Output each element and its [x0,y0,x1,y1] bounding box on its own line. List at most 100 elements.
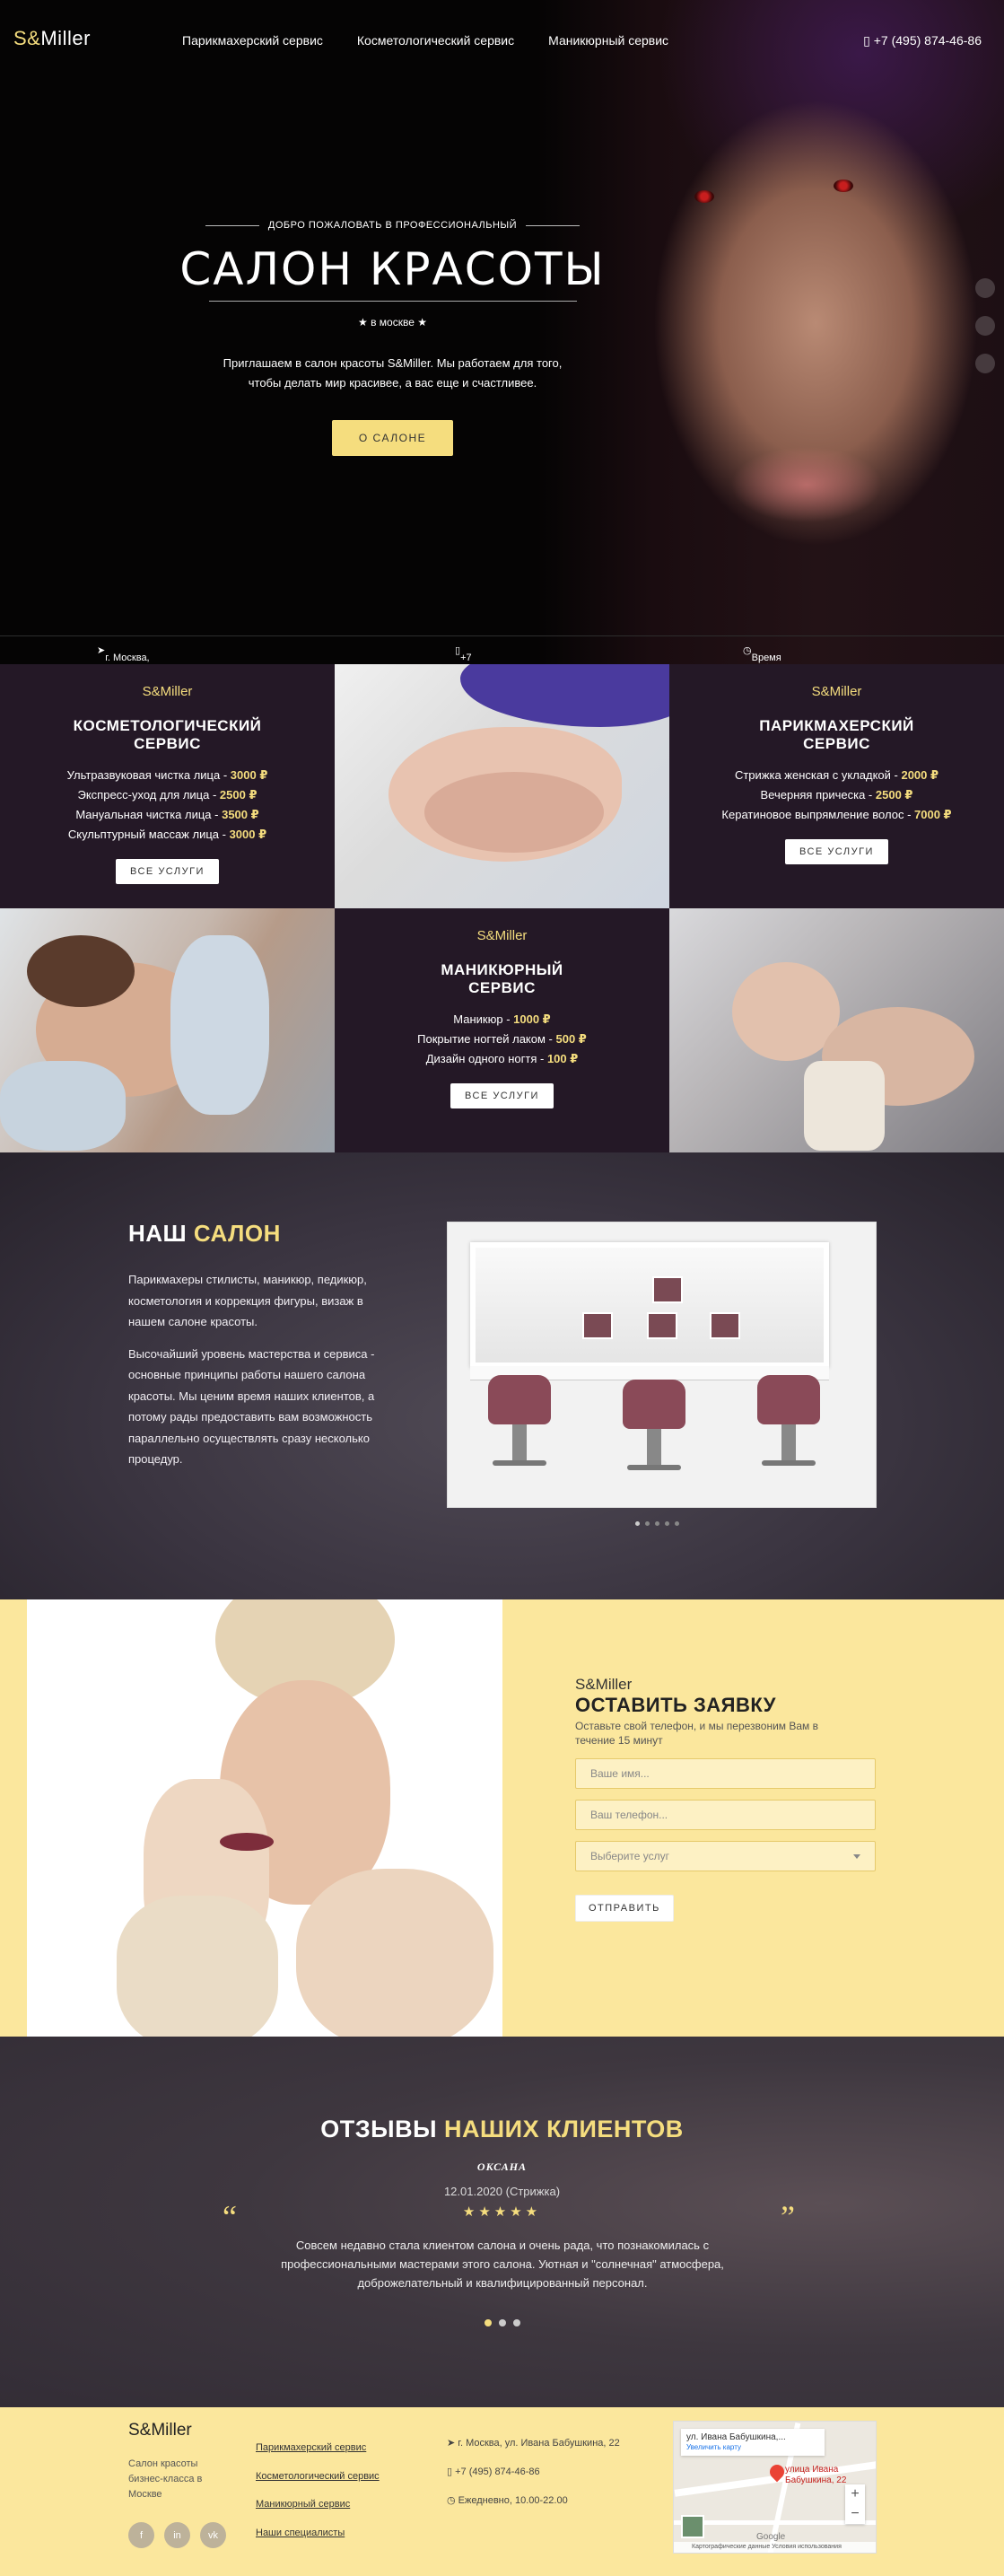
enlarge-map-link[interactable]: Увеличить карту [686,2443,819,2451]
price-item: Маникюр - 1000 ₽ [453,1012,551,1026]
chevron-down-icon [853,1853,860,1859]
hero-photo-eye [834,180,853,192]
map-pin-label: улица Ивана Бабушкина, 22 [785,2465,847,2485]
price-item: Скульптурный массаж лица - 3000 ₽ [67,828,267,841]
manicure-photo [335,664,669,908]
map-zoom-controls: + − [845,2484,865,2524]
slider-dot[interactable] [484,2319,492,2326]
star-icon: ★ [358,316,371,329]
nav-link-cosmetology[interactable]: Косметологический сервис [357,33,514,48]
info-address: ➤ г. Москва, ул Бабушкина, 22 [97,645,150,664]
cosmetology-photo [0,908,335,1152]
footer-phone[interactable]: ▯ +7 (495) 874-46-86 [447,2458,620,2486]
phone-icon: ▯ [447,2466,456,2477]
vk-icon[interactable]: vk [200,2522,226,2548]
info-hours: ◷ Время работы: ежедневно, 10.00-22.00 [743,645,788,664]
footer: S&Miller Салон красоты бизнес-класса в М… [0,2407,1004,2576]
price-list: Стрижка женская с укладкой - 2000 ₽ Вече… [669,766,1004,825]
name-field[interactable]: Ваше имя... [575,1758,876,1789]
footer-hours: ◷ Ежедневно, 10.00-22.00 [447,2495,568,2506]
price-item: Экспресс-уход для лица - 2500 ₽ [77,788,258,802]
service-title: МАНИКЮРНЫЙ СЕРВИС [441,961,563,996]
slider-dot[interactable] [665,1521,669,1526]
slider-dot[interactable] [635,1521,640,1526]
request-subtitle: Оставьте свой телефон, и мы перезвоним В… [575,1720,819,1747]
request-form: S&Miller ОСТАВИТЬ ЗАЯВКУ Оставьте свой т… [575,1676,876,1922]
map-attribution: Картографические данные Условия использо… [674,2542,876,2553]
slider-dot[interactable] [975,316,995,336]
clock-icon: ◷ [447,2495,458,2506]
quote-close-icon: ” [781,2199,795,2235]
hero-section: S&Miller Парикмахерский сервис Косметоло… [0,0,1004,664]
request-brand: S&Miller [575,1676,633,1693]
info-phone[interactable]: ▯ +7 (495) 874-46-86 [455,644,484,664]
salon-chair [484,1375,555,1474]
footer-link-specialists[interactable]: Наши специалисты [256,2519,380,2548]
about-salon-button[interactable]: О САЛОНЕ [331,420,454,456]
star-icon: ★ [417,316,427,329]
slider-dot[interactable] [675,1521,679,1526]
location-icon: ➤ [447,2438,458,2449]
service-select[interactable]: Выберите услуг [575,1841,876,1871]
slider-dot[interactable] [512,2319,520,2326]
facebook-icon[interactable]: f [128,2522,154,2548]
zoom-in-button[interactable]: + [845,2484,865,2504]
hero-city: ★ в москве ★ [358,316,427,329]
review-stars: ★★★★★ [462,2204,542,2220]
phone-field[interactable]: Ваш телефон... [575,1800,876,1830]
nav-link-hairdressing[interactable]: Парикмахерский сервис [182,33,323,48]
main-menu: Парикмахерский сервис Косметологический … [182,33,668,48]
info-bar: ➤ г. Москва, ул Бабушкина, 22 ▯ +7 (495)… [0,635,1004,664]
service-card-cosmetology: S&Miller КОСМЕТОЛОГИЧЕСКИЙ СЕРВИС Ультраз… [0,664,335,908]
hero-slider-controls[interactable] [975,278,995,373]
reviews-section: ОТЗЫВЫ НАШИХ КЛИЕНТОВ ОКСАНА 12.01.2020 … [0,2037,1004,2407]
about-section: НАШ САЛОН Парикмахеры стилисты, маникюр,… [0,1152,1004,1599]
all-services-button[interactable]: ВСЕ УСЛУГИ [450,1083,554,1108]
slider-dot[interactable] [655,1521,659,1526]
hero-photo [537,0,1004,664]
footer-links: Парикмахерский сервис Косметологический … [256,2434,380,2547]
service-card-hairdressing: S&Miller ПАРИКМАХЕРСКИЙ СЕРВИС Стрижка же… [669,664,1004,908]
service-title: КОСМЕТОЛОГИЧЕСКИЙ СЕРВИС [73,717,262,752]
price-item: Ультразвуковая чистка лица - 3000 ₽ [66,768,268,782]
social-links: f in vk [128,2522,226,2548]
footer-description: Салон красоты бизнес-класса в Москве [128,2458,203,2500]
slider-dot[interactable] [645,1521,650,1526]
reviews-title: ОТЗЫВЫ НАШИХ КЛИЕНТОВ [320,2116,684,2142]
hero-photo-eye [694,190,714,203]
google-logo: Google [756,2532,786,2542]
footer-logo[interactable]: S&Miller [128,2421,192,2440]
location-map[interactable]: ул. Ивана Бабушкина,... Увеличить карту … [673,2421,877,2554]
instagram-icon[interactable]: in [164,2522,190,2548]
nav-link-manicure[interactable]: Маникюрный сервис [548,33,668,48]
services-grid: S&Miller КОСМЕТОЛОГИЧЕСКИЙ СЕРВИС Ультраз… [0,664,1004,1152]
submit-button[interactable]: ОТПРАВИТЬ [575,1895,674,1922]
service-card-manicure: S&Miller МАНИКЮРНЫЙ СЕРВИС Маникюр - 1000… [335,908,669,1152]
hairdressing-photo [669,908,1004,1152]
slider-dot[interactable] [498,2319,506,2326]
phone-icon: ▯ [863,33,874,48]
model-photo [27,1599,502,2037]
about-slider-dots [635,1521,679,1526]
price-list: Ультразвуковая чистка лица - 3000 ₽ Эксп… [0,766,335,845]
logo[interactable]: S&Miller [13,27,91,50]
header-phone[interactable]: ▯ +7 (495) 874-46-86 [863,33,982,48]
zoom-out-button[interactable]: − [845,2504,865,2524]
all-services-button[interactable]: ВСЕ УСЛУГИ [116,859,219,884]
quote-open-icon: “ [223,2199,237,2235]
request-section: S&Miller ОСТАВИТЬ ЗАЯВКУ Оставьте свой т… [0,1599,1004,2037]
review-author: ОКСАНА [476,2160,528,2173]
hero-welcome: ДОБРО ПОЖАЛОВАТЬ В ПРОФЕССИОНАЛЬНЫЙ [179,220,606,231]
review-text: Совсем недавно стала клиентом салона и о… [281,2239,724,2290]
footer-link-manicure[interactable]: Маникюрный сервис [256,2491,380,2519]
all-services-button[interactable]: ВСЕ УСЛУГИ [785,839,888,864]
footer-link-cosmetology[interactable]: Косметологический сервис [256,2463,380,2492]
salon-chair [753,1375,825,1474]
review-date: 12.01.2020 (Стрижка) [443,2185,561,2198]
price-item: Вечерняя прическа - 2500 ₽ [760,788,913,802]
slider-dot[interactable] [975,354,995,373]
price-item: Кератиновое выпрямление волос - 7000 ₽ [721,808,952,821]
footer-link-hairdressing[interactable]: Парикмахерский сервис [256,2434,380,2463]
street-view-icon[interactable] [681,2515,704,2538]
slider-dot[interactable] [975,278,995,298]
